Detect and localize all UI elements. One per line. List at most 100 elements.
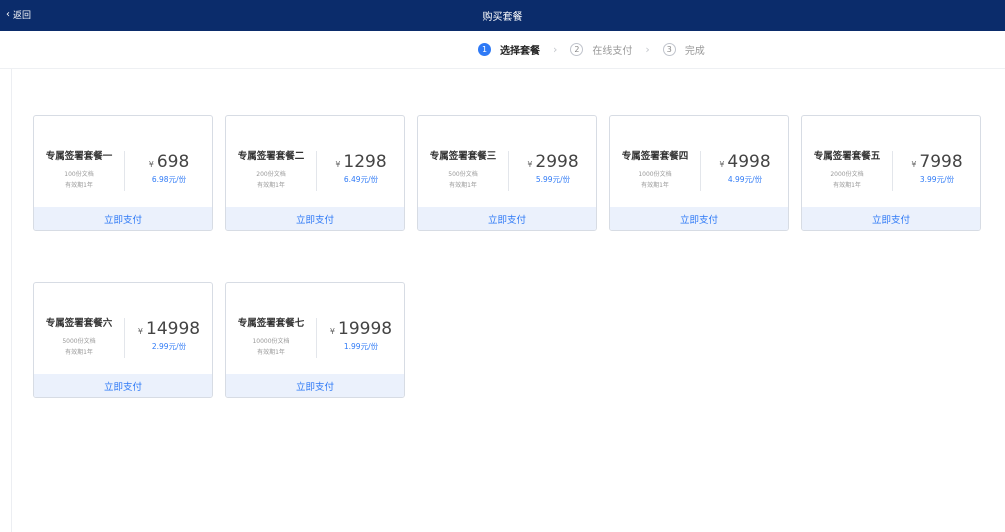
step-label: 完成: [684, 46, 705, 57]
divider: [316, 151, 317, 191]
package-card-4: 专属签署套餐四 1000份文档 有效期1年 ¥4998 4.99元/份 立即支付: [609, 115, 789, 231]
step-indicator: 1 选择套餐 › 2 在线支付 › 3 完成: [478, 42, 705, 57]
step-complete: 3 完成: [662, 42, 705, 57]
package-validity: 有效期1年: [257, 182, 285, 189]
package-info: 专属签署套餐五 2000份文档 有效期1年: [802, 148, 892, 189]
package-unit-price: 3.99元/份: [919, 175, 955, 184]
package-name: 专属签署套餐一: [45, 151, 113, 162]
package-name: 专属签署套餐七: [237, 318, 305, 329]
currency-symbol: ¥: [527, 160, 533, 169]
step-label: 在线支付: [592, 46, 633, 57]
step-number: 1: [478, 43, 491, 56]
currency-symbol: ¥: [137, 327, 143, 336]
step-label: 选择套餐: [500, 46, 540, 57]
package-validity: 有效期1年: [65, 182, 93, 189]
package-card-6: 专属签署套餐六 5000份文档 有效期1年 ¥14998 2.99元/份 立即支…: [33, 282, 213, 398]
price-value: 1298: [343, 152, 387, 172]
package-validity: 有效期1年: [449, 182, 477, 189]
package-name: 专属签署套餐二: [237, 151, 305, 162]
package-unit-price: 6.49元/份: [343, 175, 379, 184]
package-pricing: ¥698 6.98元/份: [126, 152, 212, 185]
package-validity: 有效期1年: [65, 349, 93, 356]
package-info: 专属签署套餐三 500份文档 有效期1年: [418, 148, 508, 189]
currency-symbol: ¥: [911, 160, 917, 169]
package-pricing: ¥1298 6.49元/份: [318, 152, 404, 185]
chevron-right-icon: ›: [645, 43, 650, 56]
package-validity: 有效期1年: [641, 182, 669, 189]
package-card-1: 专属签署套餐一 100份文档 有效期1年 ¥698 6.98元/份 立即支付: [33, 115, 213, 231]
package-unit-price: 2.99元/份: [151, 342, 187, 351]
chevron-right-icon: ›: [553, 43, 558, 56]
page-title: 购买套餐: [482, 12, 523, 23]
package-price: ¥698: [126, 152, 212, 172]
package-price: ¥19998: [318, 319, 404, 339]
package-info: 专属签署套餐四 1000份文档 有效期1年: [610, 148, 700, 189]
price-value: 2998: [535, 152, 579, 172]
divider: [124, 318, 125, 358]
divider: [316, 318, 317, 358]
package-docs: 500份文档: [448, 171, 478, 178]
divider: [892, 151, 893, 191]
divider: [124, 151, 125, 191]
package-card-5: 专属签署套餐五 2000份文档 有效期1年 ¥7998 3.99元/份 立即支付: [801, 115, 981, 231]
package-pricing: ¥14998 2.99元/份: [126, 319, 212, 352]
step-online-payment: 2 在线支付: [570, 42, 632, 57]
divider: [700, 151, 701, 191]
package-info: 专属签署套餐六 5000份文档 有效期1年: [34, 315, 124, 356]
step-number: 3: [662, 43, 676, 56]
price-value: 698: [156, 152, 190, 172]
steps-bar: 1 选择套餐 › 2 在线支付 › 3 完成: [0, 31, 1005, 69]
package-docs: 200份文档: [256, 171, 286, 178]
package-pricing: ¥4998 4.99元/份: [702, 152, 788, 185]
pay-now-button[interactable]: 立即支付: [418, 207, 596, 230]
package-card-3: 专属签署套餐三 500份文档 有效期1年 ¥2998 5.99元/份 立即支付: [417, 115, 597, 231]
step-select-package: 1 选择套餐: [478, 42, 540, 57]
currency-symbol: ¥: [148, 160, 154, 169]
package-info: 专属签署套餐二 200份文档 有效期1年: [226, 148, 316, 189]
package-docs: 100份文档: [64, 171, 94, 178]
currency-symbol: ¥: [335, 160, 341, 169]
package-unit-price: 1.99元/份: [343, 342, 379, 351]
package-validity: 有效期1年: [833, 182, 861, 189]
package-pricing: ¥19998 1.99元/份: [318, 319, 404, 352]
package-price: ¥7998: [894, 152, 980, 172]
package-docs: 10000份文档: [252, 338, 290, 345]
package-docs: 1000份文档: [638, 171, 672, 178]
top-bar: ‹ 返回 购买套餐: [0, 0, 1005, 31]
pay-now-button[interactable]: 立即支付: [802, 207, 980, 230]
price-value: 4998: [727, 152, 771, 172]
currency-symbol: ¥: [719, 160, 725, 169]
package-unit-price: 6.98元/份: [151, 175, 187, 184]
package-price: ¥2998: [510, 152, 596, 172]
package-pricing: ¥7998 3.99元/份: [894, 152, 980, 185]
price-value: 19998: [338, 319, 393, 339]
package-price: ¥1298: [318, 152, 404, 172]
package-card-7: 专属签署套餐七 10000份文档 有效期1年 ¥19998 1.99元/份 立即…: [225, 282, 405, 398]
package-price: ¥14998: [126, 319, 212, 339]
package-card-2: 专属签署套餐二 200份文档 有效期1年 ¥1298 6.49元/份 立即支付: [225, 115, 405, 231]
price-value: 14998: [146, 319, 201, 339]
pay-now-button[interactable]: 立即支付: [226, 207, 404, 230]
package-info: 专属签署套餐一 100份文档 有效期1年: [34, 148, 124, 189]
package-info: 专属签署套餐七 10000份文档 有效期1年: [226, 315, 316, 356]
package-docs: 5000份文档: [62, 338, 96, 345]
package-docs: 2000份文档: [830, 171, 864, 178]
package-price: ¥4998: [702, 152, 788, 172]
pay-now-button[interactable]: 立即支付: [610, 207, 788, 230]
package-pricing: ¥2998 5.99元/份: [510, 152, 596, 185]
package-name: 专属签署套餐四: [621, 151, 689, 162]
divider: [508, 151, 509, 191]
package-validity: 有效期1年: [257, 349, 285, 356]
package-unit-price: 5.99元/份: [535, 175, 571, 184]
pay-now-button[interactable]: 立即支付: [226, 374, 404, 397]
currency-symbol: ¥: [329, 327, 335, 336]
package-name: 专属签署套餐六: [45, 318, 113, 329]
pay-now-button[interactable]: 立即支付: [34, 207, 212, 230]
package-name: 专属签署套餐三: [429, 151, 497, 162]
package-name: 专属签署套餐五: [813, 151, 881, 162]
step-number: 2: [570, 43, 584, 56]
pay-now-button[interactable]: 立即支付: [34, 374, 212, 397]
price-value: 7998: [919, 152, 963, 172]
package-list: 专属签署套餐一 100份文档 有效期1年 ¥698 6.98元/份 立即支付 专…: [11, 69, 1005, 532]
package-unit-price: 4.99元/份: [727, 175, 763, 184]
